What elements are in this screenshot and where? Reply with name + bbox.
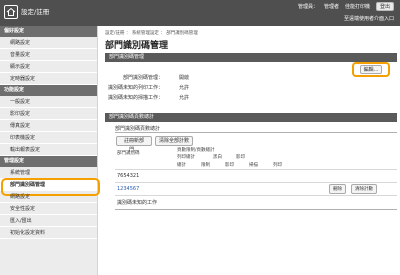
table-row: 1234567 刪除 清除計數 xyxy=(115,182,397,195)
column-header-dept-id: 部門識別碼 xyxy=(117,151,140,156)
sidebar-item-report[interactable]: 輸出報表設定 xyxy=(0,144,97,156)
clear-all-counts-button[interactable]: 清除全部計數 xyxy=(155,136,193,146)
section-header-page-totals: 部門識別碼頁數總計 xyxy=(105,113,397,122)
column-header-bw: 黑白 xyxy=(213,155,222,160)
user-name: 管理者 xyxy=(323,4,339,10)
home-icon[interactable] xyxy=(4,5,18,19)
main-content: 設定/註冊 ： 系統管理設定 ： 部門識別碼管理 部門識別碼管理 部門識別碼管理… xyxy=(103,26,397,275)
edit-button-label: 編輯... xyxy=(359,65,383,74)
divider xyxy=(115,209,397,210)
portal-link[interactable]: 至遠端使用者介面入口 xyxy=(344,15,394,22)
column-header-total: 總計 xyxy=(177,163,186,168)
sidebar-item-copy[interactable]: 影印設定 xyxy=(0,108,97,120)
page-title: 部門識別碼管理 xyxy=(105,41,169,51)
column-header-copy: 影印 xyxy=(236,155,245,160)
sidebar-item-security[interactable]: 安全性設定 xyxy=(0,203,97,215)
device-name: 佳能打印機 xyxy=(344,4,370,10)
register-dept-button[interactable]: 註冊新部門... xyxy=(116,136,152,153)
sidebar-item-initialize[interactable]: 初始化設定資料 xyxy=(0,227,97,239)
setting-value: 允許 xyxy=(179,95,190,101)
app-title: 設定/註冊 xyxy=(21,8,50,16)
sidebar-section-title: 管理設定 xyxy=(0,156,97,167)
breadcrumb: 設定/註冊 ： 系統管理設定 ： 部門識別碼管理 xyxy=(105,31,198,36)
sidebar-item-volume[interactable]: 音量設定 xyxy=(0,49,97,61)
sidebar-item-network[interactable]: 網路設定 xyxy=(0,37,97,49)
table-row: 7654321 xyxy=(115,169,397,182)
divider xyxy=(115,132,397,133)
sidebar-section-title: 偏好設定 xyxy=(0,26,97,37)
column-header-print-total: 列印總計 xyxy=(177,155,195,160)
setting-value: 開啟 xyxy=(179,75,190,81)
logout-button[interactable]: 登出 xyxy=(375,2,394,11)
edit-button[interactable]: 編輯... xyxy=(352,62,390,77)
column-header-scan: 掃描 xyxy=(249,163,258,168)
delete-button[interactable]: 刪除 xyxy=(329,184,346,194)
column-header-print: 列印 xyxy=(273,163,282,168)
sidebar-item-fax[interactable]: 傳真設定 xyxy=(0,120,97,132)
column-group-header: 頁數限制/頁數總計 xyxy=(177,148,215,153)
user-label: 管理員： xyxy=(297,4,318,10)
section-header-dept-id: 部門識別碼管理 xyxy=(105,53,397,62)
dept-id-cell: 識別碼未知的工作 xyxy=(117,200,158,206)
column-header-limit: 限制 xyxy=(201,163,210,168)
table-row: 識別碼未知的工作 xyxy=(115,195,397,208)
top-bar: 設定/註冊 管理員： 管理者 佳能打印機 登出 至遠端使用者介面入口 xyxy=(0,0,400,26)
setting-label: 識別碼未知的掃描工作： xyxy=(107,95,163,101)
setting-value: 允許 xyxy=(179,85,190,91)
clear-count-button[interactable]: 清除計數 xyxy=(351,184,377,194)
sidebar-item-network-admin[interactable]: 網路設定 xyxy=(0,191,97,203)
dept-id-cell: 7654321 xyxy=(117,173,140,179)
dept-id-link[interactable]: 1234567 xyxy=(117,186,139,192)
sidebar-item-display[interactable]: 顯示設定 xyxy=(0,61,97,73)
user-area: 管理員： 管理者 佳能打印機 登出 xyxy=(298,2,394,11)
subsection-title: 部門識別碼頁數總計 xyxy=(115,126,161,132)
sidebar-item-dept-id[interactable]: 部門識別碼管理 xyxy=(0,178,100,196)
sidebar-item-import-export[interactable]: 匯入/匯出 xyxy=(0,215,97,227)
setting-label: 部門識別碼管理： xyxy=(122,75,163,81)
column-header-copy-sub: 影印 xyxy=(225,163,234,168)
sidebar-item-printer[interactable]: 印表機設定 xyxy=(0,132,97,144)
sidebar: 偏好設定 網路設定 音量設定 顯示設定 定時器設定 功能設定 一般設定 影印設定… xyxy=(0,26,100,275)
setting-label: 識別碼未知的列印工作： xyxy=(107,85,163,91)
